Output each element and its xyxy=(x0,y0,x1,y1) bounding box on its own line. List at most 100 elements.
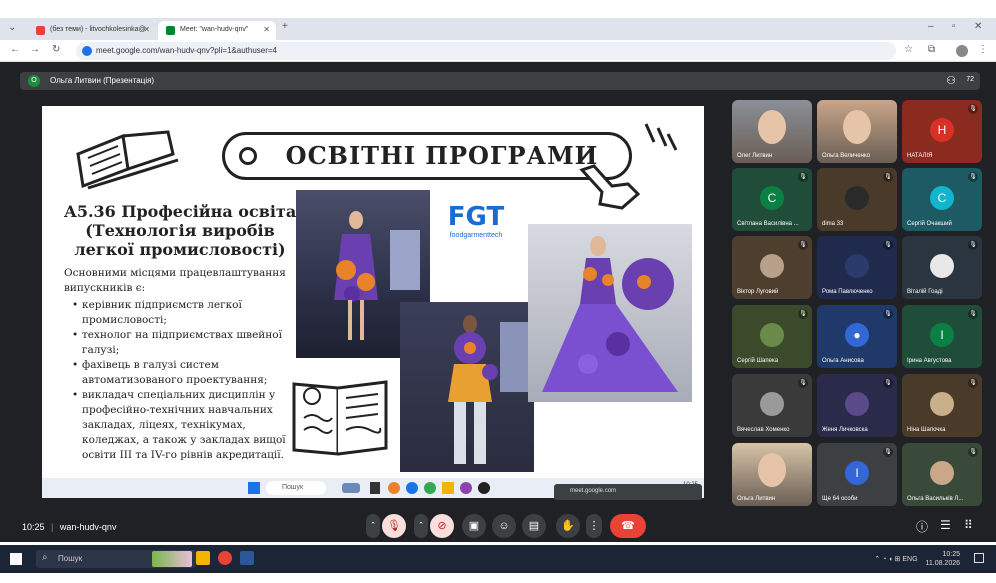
word-icon[interactable] xyxy=(240,551,254,565)
participant-tile[interactable]: Олег Литвин xyxy=(732,100,812,163)
meeting-details-button[interactable]: ⓘ xyxy=(916,518,928,535)
minimize-icon[interactable]: – xyxy=(928,21,934,32)
fashion-photo-3 xyxy=(528,224,692,402)
participant-tile[interactable]: Н 🎙 НАТАЛІЯ xyxy=(902,100,982,163)
windows-taskbar: ⌕ Пошук ⌃ ◔ ◖ ⊞ ENG 10:25 11.08.2026 xyxy=(0,545,996,573)
chrome-icon[interactable] xyxy=(218,551,232,565)
emoji-icon: ☺ xyxy=(498,520,510,532)
back-icon[interactable]: ← xyxy=(10,44,20,55)
participant-tile[interactable]: 🎙 Вячеслав Хоменко xyxy=(732,374,812,437)
bookmark-icon[interactable]: ☆ xyxy=(904,44,913,55)
camera-options-button[interactable]: ⌃ xyxy=(414,514,428,538)
participant-name: Женя Личковска xyxy=(822,427,868,433)
captions-icon: ▤ xyxy=(528,520,540,532)
site-info-icon[interactable] xyxy=(82,46,92,56)
participant-tile[interactable]: 🎙 Женя Личковска xyxy=(817,374,897,437)
close-icon[interactable]: ✕ xyxy=(263,25,270,34)
participant-tile[interactable]: I 🎙 Ще 64 особи xyxy=(817,443,897,506)
participant-tile[interactable]: Ольга Литвин xyxy=(732,443,812,506)
participant-photo xyxy=(930,461,954,485)
participant-tile[interactable]: 🎙 Сергій Шапека xyxy=(732,305,812,368)
system-tray: ⌃ ◔ ◖ ⊞ ENG 10:25 11.08.2026 xyxy=(874,550,960,568)
leave-call-button[interactable]: ☎ xyxy=(610,514,646,538)
window-close-icon[interactable]: ✕ xyxy=(974,21,982,32)
hand-icon: ✋ xyxy=(561,520,575,532)
people-count: 72 xyxy=(966,76,974,83)
participant-tile[interactable]: І 🎙 Ірина Августова xyxy=(902,305,982,368)
file-explorer-icon[interactable] xyxy=(196,551,210,565)
tray-icons[interactable]: ⌃ ◔ ◖ ⊞ xyxy=(874,556,902,563)
participant-photo xyxy=(760,323,784,347)
participant-tile[interactable]: С 🎙 Світлана Василівна ... xyxy=(732,168,812,231)
mic-toggle-button[interactable]: 🎙 xyxy=(382,514,406,538)
input-language[interactable]: ENG xyxy=(902,556,917,563)
close-icon[interactable]: ✕ xyxy=(143,25,150,34)
participant-tile[interactable]: 🎙 Рома Павлюченко xyxy=(817,236,897,299)
bullet-item: технолог на підприємствах швейної галузі… xyxy=(64,328,304,358)
participant-tile[interactable]: С 🎙 Сергій Очакший xyxy=(902,168,982,231)
participant-name: Віталій Гоаді xyxy=(907,289,943,295)
participant-name: Олег Литвин xyxy=(737,153,773,159)
participant-photo xyxy=(760,254,784,278)
forward-icon[interactable]: → xyxy=(30,44,40,55)
participant-face xyxy=(843,110,871,144)
sharing-popup[interactable]: meet.google.com xyxy=(554,484,702,500)
muted-mic-icon: 🎙 xyxy=(968,104,978,114)
menu-icon[interactable]: ⋮ xyxy=(978,44,988,55)
fgt-logo: FGT foodgarmenttech xyxy=(432,188,520,260)
chrome-icon xyxy=(424,482,436,494)
participant-tile[interactable]: ● 🎙 Ольга Анисова xyxy=(817,305,897,368)
participant-tile[interactable]: Ольга Величенко xyxy=(817,100,897,163)
presenter-name: Ольга Литвин (Презентація) xyxy=(50,76,155,85)
participant-name: Ольга Литвин xyxy=(737,496,776,502)
meeting-time: 10:25 xyxy=(22,522,45,532)
windows-start-icon[interactable] xyxy=(10,553,22,565)
mic-options-button[interactable]: ⌃ xyxy=(366,514,380,538)
participant-tile[interactable]: 🎙 Віталій Гоаді xyxy=(902,236,982,299)
tab-meet[interactable]: Meet: "wan-hudv-qnv" ✕ xyxy=(158,21,276,40)
captions-button[interactable]: ▤ xyxy=(522,514,546,538)
fashion-photo-2 xyxy=(400,302,534,472)
participant-avatar: С xyxy=(760,186,784,210)
participant-avatar: С xyxy=(930,186,954,210)
shared-search-text: Пошук xyxy=(282,484,304,491)
participant-name: dima 33 xyxy=(822,221,844,227)
search-icon xyxy=(239,147,257,165)
pointer-hand-icon xyxy=(579,164,641,210)
participant-avatar: І xyxy=(930,323,954,347)
participant-photo xyxy=(930,392,954,416)
extensions-icon[interactable]: ⧉ xyxy=(928,44,935,55)
sparkle-lines-icon xyxy=(644,123,678,151)
tab-list-icon[interactable]: ⌄ xyxy=(8,22,16,33)
participant-avatar: I xyxy=(845,461,869,485)
tab-meet-label: Meet: "wan-hudv-qnv" xyxy=(180,26,249,33)
tab-gmail[interactable]: (без теми) - litvochkolesinka@ ✕ xyxy=(28,21,156,40)
activities-button[interactable]: ⠿ xyxy=(964,518,973,532)
participant-name: Віктор Луговий xyxy=(737,289,779,295)
slide-title-text: ОСВІТНІ ПРОГРАМИ xyxy=(285,141,599,170)
emoji-button[interactable]: ☺ xyxy=(492,514,516,538)
muted-mic-icon: 🎙 xyxy=(968,172,978,182)
taskbar-time: 10:25 xyxy=(942,551,960,558)
meet-icon xyxy=(166,26,175,35)
participant-tile[interactable]: 🎙 Віктор Луговий xyxy=(732,236,812,299)
new-tab-icon[interactable]: + xyxy=(282,21,288,32)
maximize-icon[interactable]: ▫ xyxy=(952,21,956,32)
chat-button[interactable]: ☰ xyxy=(940,518,951,532)
slide-subtitle: А5.36 Професійна освіта (Технологія виро… xyxy=(63,202,297,259)
taskbar-search[interactable]: ⌕ Пошук xyxy=(36,550,196,568)
participant-face xyxy=(758,110,786,144)
camera-toggle-button[interactable]: ⊘ xyxy=(430,514,454,538)
people-icon[interactable]: ⚇ xyxy=(946,74,956,87)
reload-icon[interactable]: ↻ xyxy=(52,44,60,55)
participant-tile[interactable]: 🎙 Ніна Шапочка xyxy=(902,374,982,437)
url-field[interactable]: meet.google.com/wan-hudv-qnv?pli=1&authu… xyxy=(76,42,896,60)
notifications-icon[interactable] xyxy=(974,553,984,563)
participant-tile[interactable]: 🎙 Ольга Васильків Л... xyxy=(902,443,982,506)
present-icon: ▣ xyxy=(468,520,480,532)
participant-tile[interactable]: 🎙 dima 33 xyxy=(817,168,897,231)
profile-avatar[interactable] xyxy=(956,45,968,57)
more-options-button[interactable]: ⋮ xyxy=(586,514,602,538)
present-button[interactable]: ▣ xyxy=(462,514,486,538)
raise-hand-button[interactable]: ✋ xyxy=(556,514,580,538)
